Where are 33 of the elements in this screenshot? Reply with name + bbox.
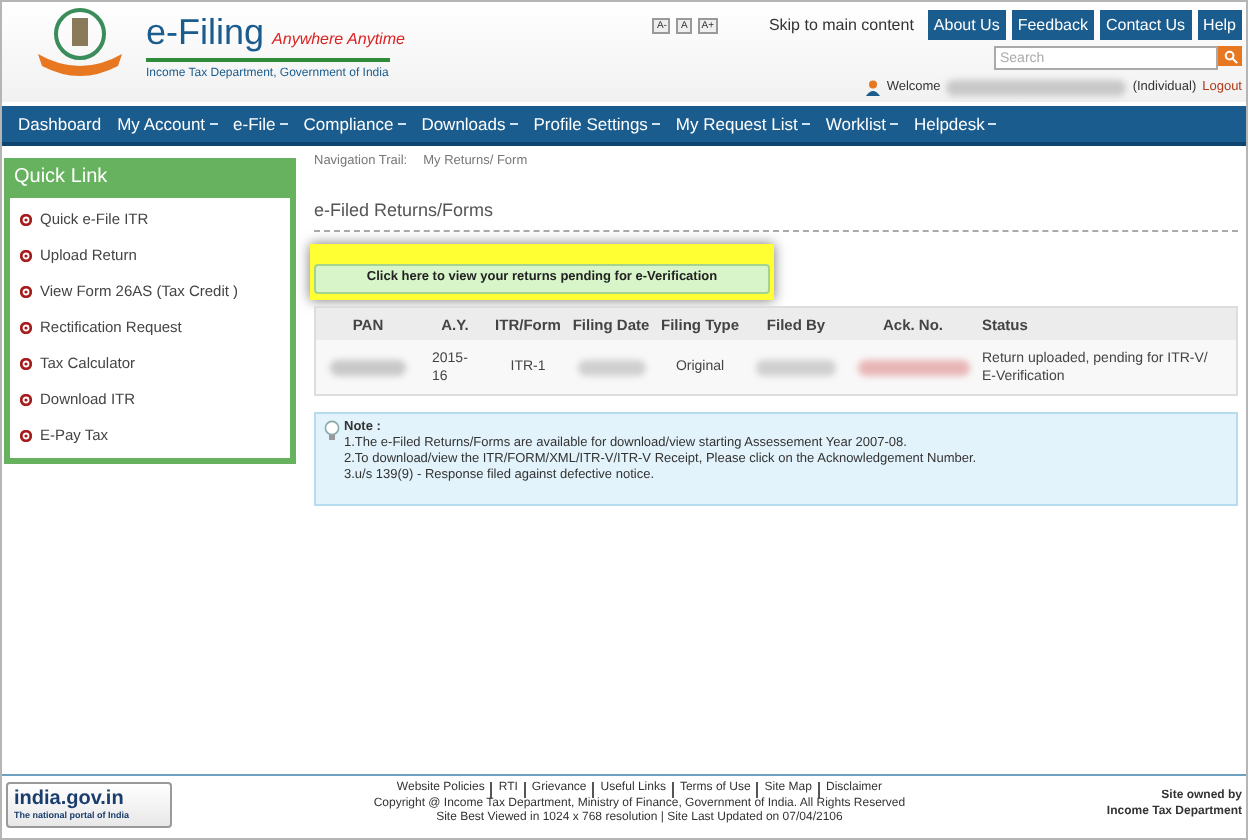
nav-menu-item[interactable]: Compliance [303,111,406,137]
skip-link[interactable]: Skip to main content [768,13,914,37]
nav-menu-item[interactable]: Helpdesk [913,111,997,137]
lightbulb-icon [324,420,340,443]
top-nav-button[interactable]: Contact Us [1099,10,1192,40]
nav-menu-item[interactable]: Downloads [421,111,518,137]
nav-menu-item[interactable]: My Account [117,111,218,137]
nav-menu-item[interactable]: Dashboard [18,111,102,137]
bullet-icon [20,394,32,406]
blurred-text [330,359,406,376]
bullet-icon [20,250,32,262]
nav-menu-item[interactable]: Profile Settings [533,111,660,137]
bullet-icon [20,322,32,334]
top-nav-button[interactable]: About Us [927,10,1006,40]
site-tagline: Anywhere Anytime [272,28,405,52]
user-icon [866,79,881,96]
nav-menu-item[interactable]: Worklist [825,111,898,137]
bullet-icon [20,214,32,226]
blurred-text [756,359,836,376]
bullet-icon [20,358,32,370]
section-title: e-Filed Returns/Forms [314,197,1238,233]
blurred-text [857,359,969,376]
site-title: e-Filing [146,14,265,50]
bullet-icon [20,286,32,298]
top-nav-button[interactable]: Help [1197,10,1242,40]
logo-title: india.gov.in [14,789,126,809]
nav-menu-item[interactable]: My Request List [675,111,810,137]
search-icon[interactable] [1218,46,1242,66]
nav-menu-item[interactable]: e-File [233,111,288,137]
bullet-icon [20,430,32,442]
panel-title: Quick Link [10,164,290,198]
blurred-text [577,359,645,376]
top-nav-button[interactable]: Feedback [1011,10,1094,40]
